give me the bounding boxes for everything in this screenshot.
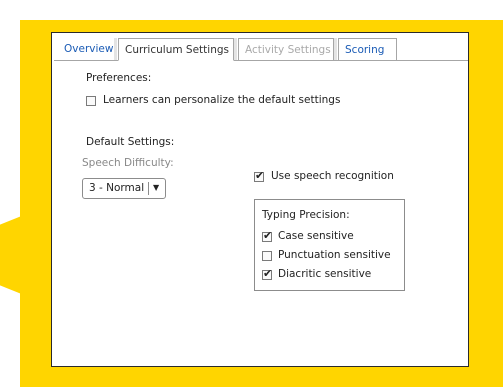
diacritic-sensitive-checkbox[interactable]: ✔ bbox=[262, 267, 273, 280]
case-sensitive-label: Case sensitive bbox=[278, 230, 354, 242]
tab-separator bbox=[234, 38, 237, 60]
speech-difficulty-select[interactable]: 3 - Normal ▼ bbox=[82, 178, 166, 199]
tab-separator bbox=[334, 38, 337, 60]
check-icon: ✔ bbox=[255, 169, 265, 182]
personalize-label: Learners can personalize the default set… bbox=[103, 94, 341, 106]
tab-bar: Overview Curriculum Settings Activity Se… bbox=[54, 38, 468, 61]
settings-window: Overview Curriculum Settings Activity Se… bbox=[51, 32, 469, 367]
preferences-heading: Preferences: bbox=[86, 72, 152, 84]
speech-recognition-checkbox[interactable]: ✔ bbox=[254, 169, 265, 182]
check-icon: ✔ bbox=[263, 267, 273, 280]
case-sensitive-checkbox[interactable]: ✔ bbox=[262, 229, 273, 242]
punctuation-sensitive-label: Punctuation sensitive bbox=[278, 249, 391, 261]
punctuation-sensitive-checkbox[interactable] bbox=[262, 251, 272, 261]
chevron-down-icon: ▼ bbox=[153, 183, 160, 192]
tab-overview[interactable]: Overview bbox=[58, 38, 120, 60]
tab-activity-settings: Activity Settings bbox=[238, 38, 334, 60]
select-divider bbox=[148, 182, 149, 195]
check-icon: ✔ bbox=[263, 229, 273, 242]
tab-separator bbox=[114, 38, 117, 60]
typing-precision-heading: Typing Precision: bbox=[262, 209, 350, 221]
typing-precision-group: Typing Precision: ✔ Case sensitive Punct… bbox=[254, 199, 405, 291]
speech-recognition-label: Use speech recognition bbox=[271, 170, 394, 182]
speech-difficulty-label: Speech Difficulty: bbox=[82, 157, 174, 169]
personalize-checkbox[interactable] bbox=[86, 96, 96, 106]
background-yellow-tab bbox=[0, 215, 24, 295]
tab-curriculum-settings[interactable]: Curriculum Settings bbox=[118, 38, 234, 61]
speech-difficulty-value: 3 - Normal bbox=[89, 182, 145, 194]
default-settings-heading: Default Settings: bbox=[86, 136, 175, 148]
tab-scoring[interactable]: Scoring bbox=[338, 38, 397, 60]
diacritic-sensitive-label: Diacritic sensitive bbox=[278, 268, 372, 280]
